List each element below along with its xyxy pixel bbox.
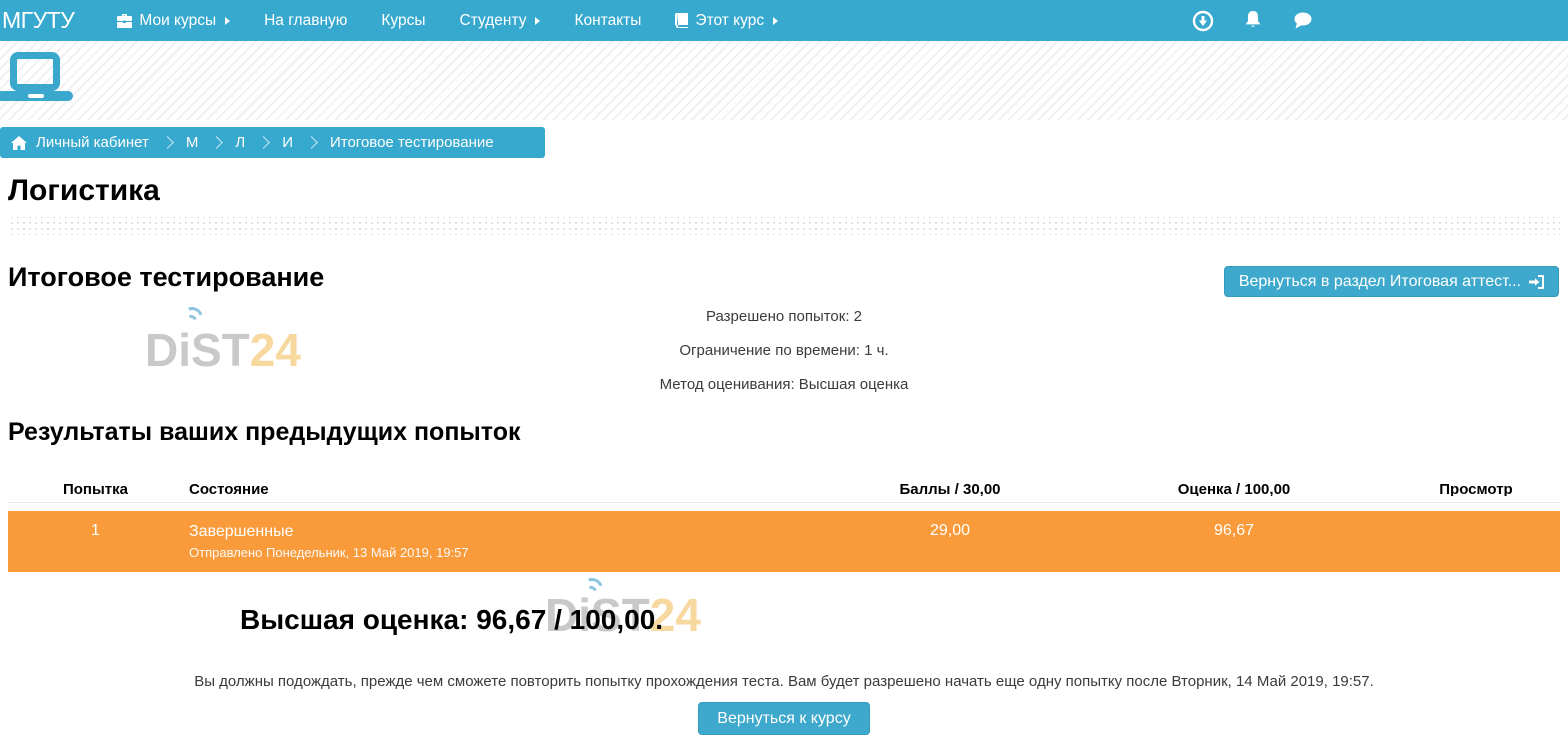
- chevron-right-icon: [305, 136, 318, 149]
- course-title: Логистика: [8, 174, 1568, 208]
- quiz-header: Итоговое тестирование Вернуться в раздел…: [0, 261, 1568, 293]
- wifi-arcs-icon: [177, 303, 207, 329]
- nav-menu: Мои курсы На главную Курсы Студенту Конт…: [100, 0, 795, 41]
- attempt-grade-cell: 96,67: [1076, 511, 1392, 572]
- brand-logo[interactable]: МГУТУ: [0, 7, 74, 34]
- nav-item-label: Контакты: [574, 12, 641, 30]
- breadcrumb-item-final-test: Итоговое тестирование: [318, 134, 506, 151]
- final-grade-line: Высшая оценка: 96,67 / 100,00.: [240, 582, 1568, 636]
- dotted-divider: [8, 217, 1560, 235]
- attempts-table: Попытка Состояние Баллы / 30,00 Оценка /…: [8, 475, 1560, 572]
- nav-item-label: Этот курс: [695, 12, 764, 30]
- col-header-marks: Баллы / 30,00: [824, 481, 1076, 496]
- bell-icon[interactable]: [1240, 8, 1266, 34]
- table-row-attempt-1: 1 Завершенные Отправлено Понедельник, 13…: [8, 511, 1560, 572]
- nav-item-my-courses[interactable]: Мои курсы: [100, 0, 247, 41]
- breadcrumb-item-l[interactable]: Л: [223, 134, 257, 151]
- back-to-section-button[interactable]: Вернуться в раздел Итоговая аттест...: [1224, 266, 1559, 297]
- circle-arrow-down-icon[interactable]: [1190, 8, 1216, 34]
- quiz-title: Итоговое тестирование: [8, 261, 324, 293]
- breadcrumb-item-dashboard[interactable]: Личный кабинет: [29, 134, 161, 151]
- breadcrumb-item-m[interactable]: М: [174, 134, 211, 151]
- back-to-course-button[interactable]: Вернуться к курсу: [698, 702, 869, 735]
- col-header-state: Состояние: [183, 481, 824, 496]
- nav-item-label: На главную: [264, 12, 347, 30]
- nav-item-contacts[interactable]: Контакты: [557, 0, 658, 41]
- book-icon: [675, 13, 688, 28]
- nav-item-label: Мои курсы: [139, 12, 216, 30]
- nav-item-home[interactable]: На главную: [247, 0, 364, 41]
- attempt-submitted-time: Отправлено Понедельник, 13 Май 2019, 19:…: [189, 544, 824, 561]
- col-header-grade: Оценка / 100,00: [1076, 481, 1392, 496]
- chevron-right-icon: [161, 136, 174, 149]
- dist24-watermark: DiST24: [145, 323, 301, 377]
- sign-in-icon: [1529, 275, 1544, 289]
- back-to-section-label: Вернуться в раздел Итоговая аттест...: [1239, 273, 1521, 291]
- home-icon[interactable]: [11, 136, 27, 150]
- attempt-state: Завершенные: [189, 511, 824, 541]
- nav-item-this-course[interactable]: Этот курс: [658, 0, 795, 41]
- briefcase-icon: [117, 14, 132, 28]
- laptop-logo-icon[interactable]: [0, 41, 80, 103]
- attempt-state-cell: Завершенные Отправлено Понедельник, 13 М…: [183, 511, 824, 572]
- breadcrumb: Личный кабинет М Л И Итоговое тестирован…: [0, 127, 545, 158]
- quiz-info: DiST24 Разрешено попыток: 2 Ограничение …: [0, 305, 1568, 397]
- quiz-results-page: МГУТУ Мои курсы На главную Курсы Студент…: [0, 0, 1568, 756]
- col-header-attempt: Попытка: [8, 481, 183, 496]
- nav-right-icons: [1190, 0, 1316, 41]
- header-banner: [0, 41, 1568, 120]
- wait-message: Вы должны подождать, прежде чем сможете …: [0, 673, 1568, 690]
- attempt-number-cell: 1: [8, 511, 183, 572]
- final-grade-section: DiST24 Высшая оценка: 96,67 / 100,00.: [0, 582, 1568, 657]
- nav-item-courses[interactable]: Курсы: [364, 0, 442, 41]
- caret-right-icon: [773, 17, 778, 25]
- attempt-review-cell: [1392, 511, 1560, 572]
- nav-item-label: Курсы: [381, 12, 425, 30]
- attempts-table-header: Попытка Состояние Баллы / 30,00 Оценка /…: [8, 475, 1560, 503]
- caret-right-icon: [535, 17, 540, 25]
- chevron-right-icon: [210, 136, 223, 149]
- breadcrumb-item-i[interactable]: И: [270, 134, 305, 151]
- caret-right-icon: [225, 17, 230, 25]
- results-heading: Результаты ваших предыдущих попыток: [8, 417, 1568, 447]
- attempt-marks-cell: 29,00: [824, 511, 1076, 572]
- nav-item-label: Студенту: [460, 12, 527, 30]
- chevron-right-icon: [257, 136, 270, 149]
- chat-icon[interactable]: [1290, 8, 1316, 34]
- col-header-review: Просмотр: [1392, 481, 1560, 496]
- top-navbar: МГУТУ Мои курсы На главную Курсы Студент…: [0, 0, 1568, 41]
- nav-item-student[interactable]: Студенту: [443, 0, 558, 41]
